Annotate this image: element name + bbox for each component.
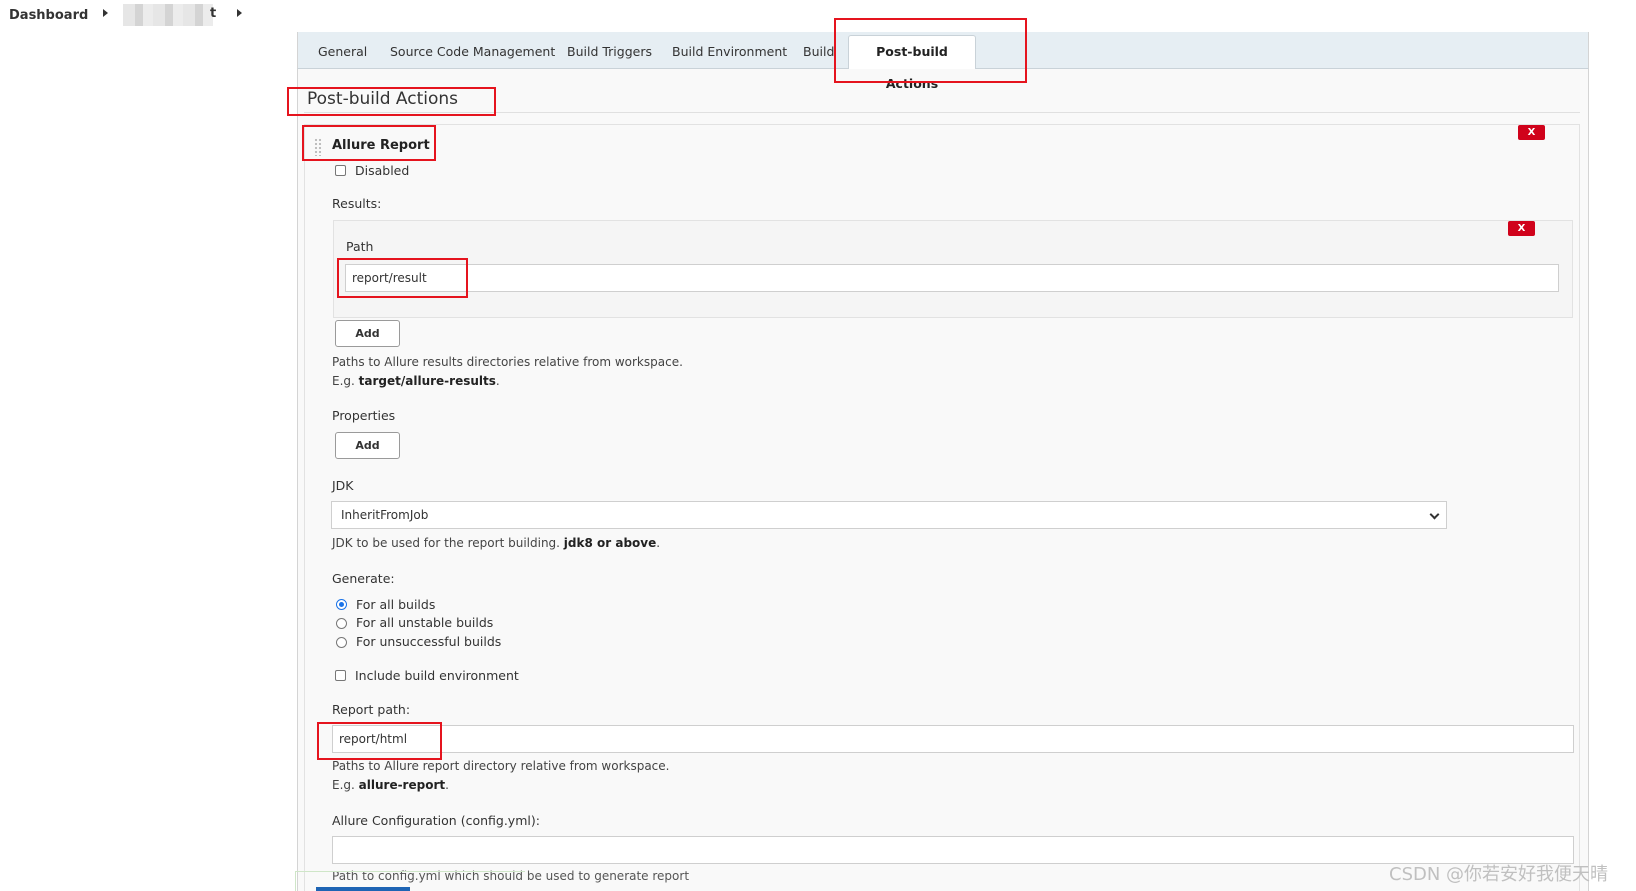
breadcrumb-project-tail[interactable]: t [210,6,216,21]
watermark: CSDN @你若安好我便天晴 [1389,864,1609,885]
disabled-label: Disabled [355,163,410,178]
jdk-help: JDK to be used for the report building. … [332,536,661,550]
chevron-right-icon[interactable] [237,9,242,17]
path-input[interactable]: report/result [345,264,1559,292]
report-path-help: Paths to Allure report directory relativ… [332,759,670,792]
properties-label: Properties [332,408,396,423]
radio-unsuccessful-builds[interactable] [336,637,347,648]
chevron-right-icon[interactable] [103,9,108,17]
tab-source-code-management[interactable]: Source Code Management [390,44,555,59]
jdk-label: JDK [332,478,354,493]
disabled-checkbox[interactable] [335,165,346,176]
report-path-label: Report path: [332,702,411,717]
delete-plugin-button[interactable]: X [1518,125,1545,140]
highlight-box [337,258,468,298]
include-env-label: Include build environment [355,668,519,683]
radio-all-builds[interactable] [336,599,347,610]
highlight-box [317,722,442,760]
config-input[interactable] [332,836,1574,864]
breadcrumb: Dashboard t [0,0,1636,32]
tab-build-environment[interactable]: Build Environment [672,44,787,59]
jdk-select-value: InheritFromJob [341,508,429,522]
highlight-box [302,125,436,161]
jdk-select[interactable]: InheritFromJob [331,501,1447,529]
radio-all-builds-label: For all builds [356,597,436,612]
highlight-box [287,87,496,116]
results-label: Results: [332,196,382,211]
save-button-edge[interactable] [316,887,410,891]
highlight-box [834,18,1027,83]
blurred-project-name[interactable] [123,4,213,26]
add-property-button[interactable]: Add [335,432,400,459]
include-env-checkbox[interactable] [335,670,346,681]
delete-result-button[interactable]: X [1508,221,1535,236]
breadcrumb-dashboard[interactable]: Dashboard [9,8,88,23]
tab-general[interactable]: General [318,44,367,59]
radio-unsuccessful-builds-label: For unsuccessful builds [356,634,502,649]
generate-label: Generate: [332,571,395,586]
radio-unstable-builds-label: For all unstable builds [356,615,494,630]
config-label: Allure Configuration (config.yml): [332,813,540,828]
report-path-input[interactable]: report/html [332,725,1574,753]
tab-build[interactable]: Build [803,44,834,59]
results-help: Paths to Allure results directories rela… [332,355,683,388]
chevron-down-icon [1429,509,1440,520]
path-label: Path [346,239,374,254]
add-result-button[interactable]: Add [335,320,400,347]
radio-unstable-builds[interactable] [336,618,347,629]
tab-build-triggers[interactable]: Build Triggers [567,44,652,59]
